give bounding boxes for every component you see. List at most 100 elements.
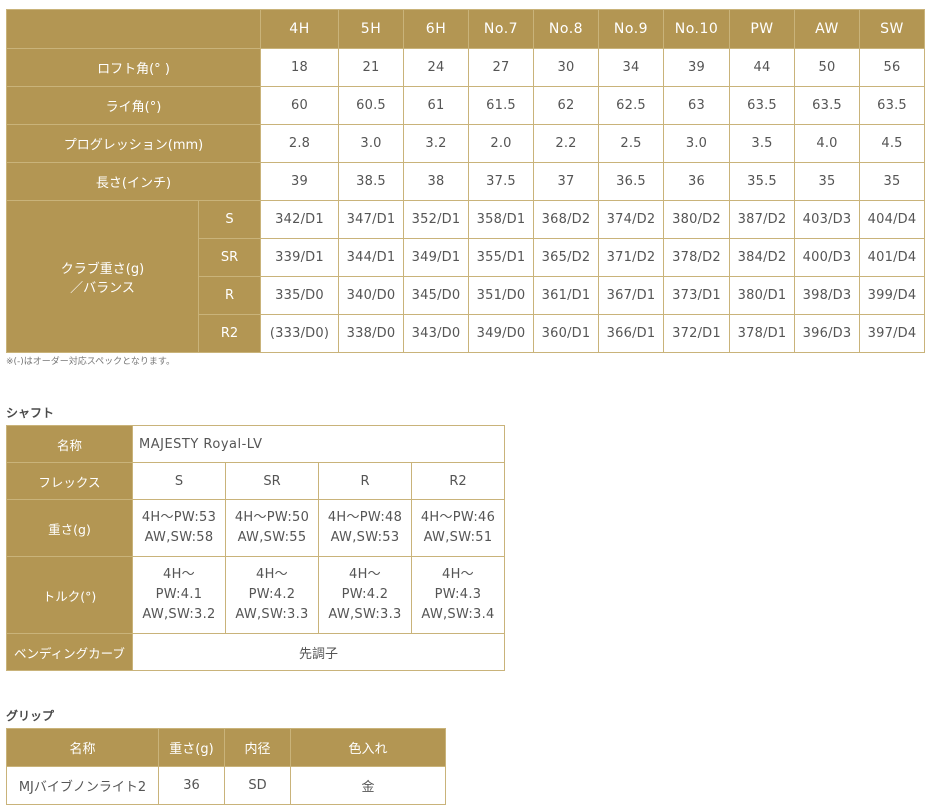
spec-cell: 358/D1 <box>468 200 534 239</box>
grip-header: 色入れ <box>290 728 446 767</box>
spec-cell: 3.0 <box>663 124 730 163</box>
spec-cell: 3.5 <box>729 124 795 163</box>
shaft-weight-label: 重さ(g) <box>6 499 133 557</box>
row-label: ロフト角(° ) <box>6 48 261 87</box>
grip-value-row: MJバイブノンライト2 36 SD 金 <box>6 766 446 805</box>
model-header: 4H <box>260 9 339 49</box>
spec-table: 4H 5H 6H No.7 No.8 No.9 No.10 PW AW SW ロ… <box>6 9 925 353</box>
spec-cell: 365/D2 <box>533 238 599 277</box>
spec-cell: 34 <box>598 48 664 87</box>
spec-cell: 342/D1 <box>260 200 339 239</box>
shaft-name-row: 名称 MAJESTY Royal-LV <box>6 425 505 463</box>
shaft-flex-cell: R2 <box>411 462 505 500</box>
grip-header-row: 名称 重さ(g) 内径 色入れ <box>6 728 446 767</box>
spec-cell: 38.5 <box>338 162 404 201</box>
shaft-weight-row: 重さ(g) 4H～PW:53 AW,SW:58 4H～PW:50 AW,SW:5… <box>6 499 505 557</box>
spec-cell: 345/D0 <box>403 276 469 315</box>
shaft-torque-line: 4H～ <box>442 567 474 582</box>
spec-cell: 368/D2 <box>533 200 599 239</box>
spec-cell: 30 <box>533 48 599 87</box>
shaft-weight-cell: 4H～PW:48 AW,SW:53 <box>318 499 412 557</box>
spec-cell: 36.5 <box>598 162 664 201</box>
shaft-bend-value: 先調子 <box>132 633 505 671</box>
shaft-weight-cell: 4H～PW:46 AW,SW:51 <box>411 499 505 557</box>
spec-cell: 349/D1 <box>403 238 469 277</box>
model-header: No.10 <box>663 9 730 49</box>
model-header: No.7 <box>468 9 534 49</box>
grip-header: 重さ(g) <box>158 728 225 767</box>
spec-cell: 400/D3 <box>794 238 860 277</box>
shaft-torque-cell: 4H～ PW:4.1 AW,SW:3.2 <box>132 556 226 634</box>
spec-cell: 2.5 <box>598 124 664 163</box>
grip-header: 内径 <box>224 728 291 767</box>
spec-cell: 401/D4 <box>859 238 925 277</box>
shaft-torque-line: AW,SW:3.3 <box>235 607 309 622</box>
shaft-weight-line: AW,SW:53 <box>330 530 400 545</box>
shaft-torque-line: PW:4.2 <box>248 587 296 602</box>
spec-cell: 21 <box>338 48 404 87</box>
shaft-flex-cell: SR <box>225 462 319 500</box>
weight-row-s: クラブ重さ(g) ／バランス S 342/D1 347/D1 352/D1 35… <box>6 200 925 353</box>
model-header: PW <box>729 9 795 49</box>
grip-cell: 36 <box>158 766 225 805</box>
spec-cell: 44 <box>729 48 795 87</box>
spec-cell: 378/D1 <box>729 314 795 353</box>
model-header: 5H <box>338 9 404 49</box>
spec-cell: (333/D0) <box>260 314 339 353</box>
spec-cell: 62.5 <box>598 86 664 125</box>
spec-cell: 403/D3 <box>794 200 860 239</box>
spec-header-blank <box>6 9 261 49</box>
spec-cell: 50 <box>794 48 860 87</box>
spec-cell: 340/D0 <box>338 276 404 315</box>
model-header: 6H <box>403 9 469 49</box>
spec-cell: 360/D1 <box>533 314 599 353</box>
spec-cell: 374/D2 <box>598 200 664 239</box>
shaft-torque-line: 4H～ <box>256 567 288 582</box>
spec-cell: 335/D0 <box>260 276 339 315</box>
spec-cell: 378/D2 <box>663 238 730 277</box>
spec-cell: 63.5 <box>859 86 925 125</box>
shaft-name-value: MAJESTY Royal-LV <box>132 425 505 463</box>
shaft-flex-row: フレックス S SR R R2 <box>6 462 505 500</box>
spec-cell: 366/D1 <box>598 314 664 353</box>
spec-cell: 404/D4 <box>859 200 925 239</box>
row-label: プログレッション(mm) <box>6 124 261 163</box>
spec-cell: 37.5 <box>468 162 534 201</box>
spec-cell: 351/D0 <box>468 276 534 315</box>
grip-table: 名称 重さ(g) 内径 色入れ MJバイブノンライト2 36 SD 金 <box>6 728 446 805</box>
progression-row: プログレッション(mm) 2.8 3.0 3.2 2.0 2.2 2.5 3.0… <box>6 124 925 163</box>
shaft-title: シャフト <box>6 406 55 420</box>
spec-cell: 62 <box>533 86 599 125</box>
spec-cell: 27 <box>468 48 534 87</box>
spec-cell: 63 <box>663 86 730 125</box>
shaft-torque-line: PW:4.3 <box>434 587 482 602</box>
spec-header-row: 4H 5H 6H No.7 No.8 No.9 No.10 PW AW SW <box>6 9 925 49</box>
spec-cell: 347/D1 <box>338 200 404 239</box>
spec-cell: 2.2 <box>533 124 599 163</box>
spec-cell: 3.2 <box>403 124 469 163</box>
shaft-flex-cell: R <box>318 462 412 500</box>
shaft-flex-label: フレックス <box>6 462 133 500</box>
spec-cell: 4.0 <box>794 124 860 163</box>
flex-label: R2 <box>198 314 261 353</box>
model-header: AW <box>794 9 860 49</box>
shaft-weight-line: AW,SW:55 <box>237 530 307 545</box>
spec-cell: 60 <box>260 86 339 125</box>
spec-cell: 39 <box>663 48 730 87</box>
flex-label: SR <box>198 238 261 277</box>
model-header: SW <box>859 9 925 49</box>
shaft-torque-line: 4H～ <box>163 567 195 582</box>
shaft-weight-line: 4H～PW:48 <box>327 510 403 525</box>
shaft-weight-line: AW,SW:51 <box>423 530 493 545</box>
row-label: ライ角(°) <box>6 86 261 125</box>
club-weight-label-line2: ／バランス <box>70 280 135 296</box>
spec-cell: 24 <box>403 48 469 87</box>
shaft-weight-line: 4H～PW:50 <box>234 510 310 525</box>
spec-cell: 387/D2 <box>729 200 795 239</box>
model-header: No.8 <box>533 9 599 49</box>
shaft-torque-row: トルク(°) 4H～ PW:4.1 AW,SW:3.2 4H～ PW:4.2 A… <box>6 556 505 634</box>
grip-cell: MJバイブノンライト2 <box>6 766 159 805</box>
club-weight-label-line1: クラブ重さ(g) <box>60 261 145 277</box>
spec-cell: 35 <box>859 162 925 201</box>
shaft-torque-cell: 4H～ PW:4.2 AW,SW:3.3 <box>225 556 319 634</box>
